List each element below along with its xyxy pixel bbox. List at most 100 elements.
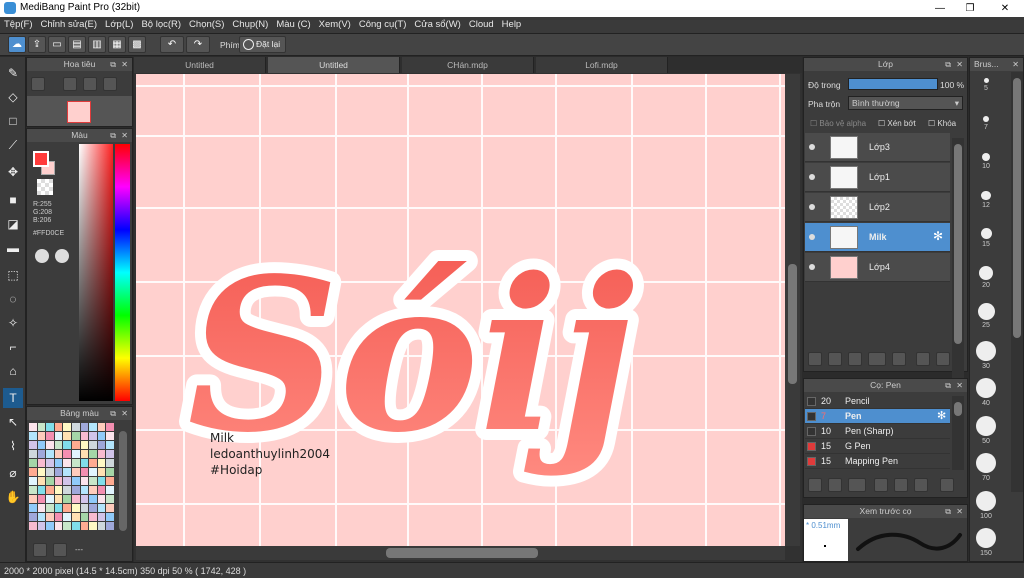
- brush-size-scroll-thumb[interactable]: [1013, 78, 1021, 338]
- palette-swatch[interactable]: [29, 459, 37, 467]
- palette-swatch[interactable]: [89, 486, 97, 494]
- palette-swatch[interactable]: [37, 495, 46, 503]
- duplicate-brush-icon[interactable]: [914, 478, 928, 492]
- tab-chan[interactable]: CHán.mdp: [402, 57, 534, 73]
- palette-swatch[interactable]: [37, 477, 46, 485]
- shape-tool-icon[interactable]: □: [3, 111, 23, 131]
- close-panel-icon[interactable]: ✕: [956, 379, 963, 392]
- tab-untitled-2[interactable]: Untitled: [268, 57, 400, 73]
- palette-swatch[interactable]: [29, 513, 37, 521]
- palette-swatch[interactable]: [37, 423, 46, 431]
- transparent-swatch[interactable]: [37, 179, 53, 195]
- palette-swatch[interactable]: [46, 441, 54, 449]
- palette-swatch[interactable]: [72, 423, 80, 431]
- palette-swatch[interactable]: [80, 522, 89, 530]
- layers-scrollbar[interactable]: [952, 138, 964, 400]
- palette-swatch[interactable]: [89, 432, 97, 440]
- menu-window[interactable]: Cửa sổ(W): [410, 17, 464, 32]
- brush-size-item[interactable]: 40: [972, 378, 1000, 407]
- palette-swatch[interactable]: [106, 522, 114, 530]
- palette-swatch[interactable]: [37, 432, 46, 440]
- share-icon[interactable]: ⇪: [28, 36, 46, 53]
- brush-tool-icon[interactable]: ✎: [3, 63, 23, 83]
- brush-size-item[interactable]: 25: [972, 303, 1000, 329]
- zoom-in-2-icon[interactable]: [63, 77, 77, 91]
- menu-file[interactable]: Tệp(F): [0, 17, 37, 32]
- blend-mode-select[interactable]: Bình thường ▾: [848, 96, 963, 110]
- hue-slider[interactable]: [115, 144, 130, 401]
- palette-swatch[interactable]: [37, 459, 46, 467]
- eye-icon[interactable]: [809, 204, 815, 210]
- palette-swatch[interactable]: [97, 468, 106, 476]
- palette-swatch[interactable]: [72, 495, 80, 503]
- menu-tools[interactable]: Công cụ(T): [355, 17, 411, 32]
- palette-swatch[interactable]: [72, 486, 80, 494]
- palette-swatch[interactable]: [54, 450, 63, 458]
- redo-icon[interactable]: ↷: [186, 36, 210, 53]
- brush-size-scrollbar[interactable]: [1011, 72, 1023, 492]
- palette-swatch[interactable]: [89, 522, 97, 530]
- palette-swatch[interactable]: [72, 513, 80, 521]
- palette-swatch[interactable]: [29, 477, 37, 485]
- brush-item[interactable]: 20 Pencil: [805, 394, 950, 409]
- brush-size-item[interactable]: 20: [972, 265, 1000, 289]
- close-panel-icon[interactable]: ✕: [956, 505, 963, 518]
- new-palette-icon[interactable]: [33, 543, 47, 557]
- palette-icon[interactable]: [35, 249, 49, 263]
- palette-swatch[interactable]: [106, 450, 114, 458]
- palette-swatch[interactable]: [63, 450, 71, 458]
- primary-color-swatch[interactable]: [33, 151, 49, 167]
- menu-layer[interactable]: Lớp(L): [101, 17, 137, 32]
- palette-swatch[interactable]: [54, 486, 63, 494]
- brush-size-item[interactable]: 150: [972, 528, 1000, 557]
- palette-swatch[interactable]: [63, 441, 71, 449]
- palette-swatch[interactable]: [80, 441, 89, 449]
- palette-swatch[interactable]: [46, 450, 54, 458]
- comment-icon[interactable]: ▭: [48, 36, 66, 53]
- palette-swatch[interactable]: [54, 522, 63, 530]
- menu-select[interactable]: Chọn(S): [185, 17, 228, 32]
- palette-swatch[interactable]: [89, 441, 97, 449]
- brush-size-item[interactable]: 100: [972, 490, 1000, 520]
- palette-swatch[interactable]: [97, 504, 106, 512]
- delete-layer-icon[interactable]: [936, 352, 950, 366]
- palette-swatch[interactable]: [46, 423, 54, 431]
- palette-swatch[interactable]: [29, 522, 37, 530]
- palette-swatch[interactable]: [54, 504, 63, 512]
- select-eraser-icon[interactable]: ⌂: [3, 361, 23, 381]
- brush-item[interactable]: 10 Pen (Sharp): [805, 424, 950, 439]
- delete-palette-icon[interactable]: [53, 543, 67, 557]
- palette-swatch[interactable]: [106, 486, 114, 494]
- palette-swatch[interactable]: [29, 486, 37, 494]
- minimize-button[interactable]: —: [925, 0, 955, 17]
- palette-swatch[interactable]: [89, 504, 97, 512]
- eye-icon[interactable]: [809, 264, 815, 270]
- clip-checkbox[interactable]: ☐ Xén bớt: [878, 119, 916, 128]
- palette-swatch[interactable]: [37, 522, 46, 530]
- brush-item-selected[interactable]: 7 Pen ✻: [805, 409, 950, 424]
- palette-swatch[interactable]: [46, 522, 54, 530]
- tab-lofi[interactable]: Lofi.mdp: [536, 57, 668, 73]
- palette-swatch[interactable]: [46, 486, 54, 494]
- rect-fill-tool-icon[interactable]: ■: [3, 190, 23, 210]
- duplicate-layer-icon[interactable]: [916, 352, 930, 366]
- palette-swatch[interactable]: [37, 486, 46, 494]
- palette-swatch[interactable]: [80, 468, 89, 476]
- palette-swatch[interactable]: [37, 450, 46, 458]
- palette-swatch[interactable]: [80, 513, 89, 521]
- bucket-tool-icon[interactable]: ◪: [3, 214, 23, 234]
- palette-swatch[interactable]: [63, 522, 71, 530]
- close-panel-icon[interactable]: ✕: [1012, 58, 1019, 71]
- palette-swatch[interactable]: [54, 468, 63, 476]
- eraser-tool-icon[interactable]: ◇: [3, 87, 23, 107]
- add-brush-icon[interactable]: [828, 478, 842, 492]
- hand-tool-icon[interactable]: ✋: [3, 487, 23, 507]
- gear-icon[interactable]: ✻: [933, 229, 943, 243]
- magic-wand-icon[interactable]: ✧: [3, 313, 23, 333]
- palette-swatch[interactable]: [97, 432, 106, 440]
- move-tool-icon[interactable]: ✥: [3, 162, 23, 182]
- palette-swatch[interactable]: [54, 495, 63, 503]
- palette-swatch[interactable]: [97, 450, 106, 458]
- drawing-canvas[interactable]: Sóij Sóij Milk ledoanthuylinh2004 #Hoida…: [136, 74, 785, 546]
- grid-icon[interactable]: ▦: [108, 36, 126, 53]
